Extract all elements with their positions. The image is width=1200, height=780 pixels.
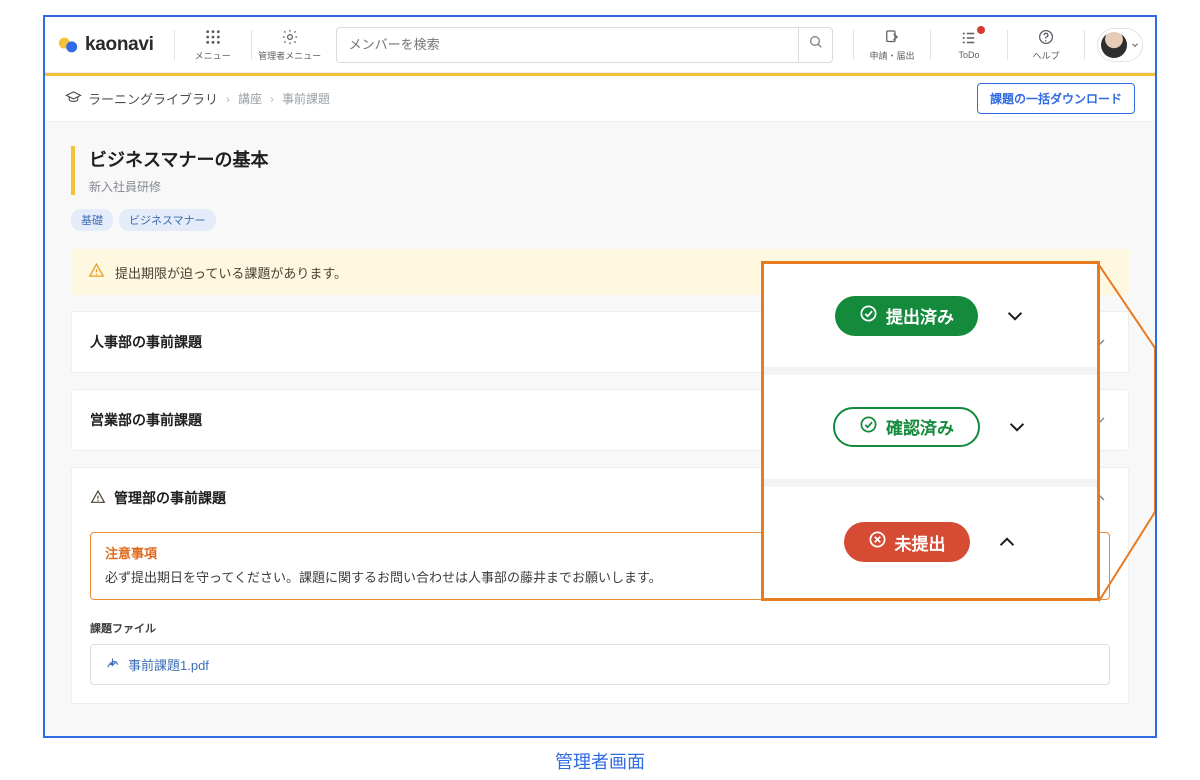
chevron-down-icon: [1004, 305, 1026, 327]
menu-button[interactable]: メニュー: [181, 23, 245, 67]
breadcrumb-bar: ラーニングライブラリ › 講座 › 事前課題 課題の一括ダウンロード: [45, 76, 1155, 122]
chevron-right-icon: ›: [270, 92, 274, 106]
divider: [251, 30, 252, 60]
search-wrap: [336, 27, 833, 63]
task-title: 管理部の事前課題: [114, 488, 226, 508]
apply-label: 申請・届出: [869, 49, 914, 62]
warning-icon: [88, 262, 105, 282]
help-icon: [1037, 28, 1055, 46]
chevron-down-icon: [1006, 416, 1028, 438]
circle-x-icon: [868, 530, 887, 554]
file-section: 課題ファイル 事前課題1.pdf: [72, 614, 1128, 703]
bulk-download-button[interactable]: 課題の一括ダウンロード: [977, 83, 1135, 114]
pill-label: 提出済み: [886, 303, 954, 328]
title-block: ビジネスマナーの基本 新入社員研修: [71, 146, 1129, 195]
alert-text: 提出期限が迫っている課題があります。: [115, 263, 347, 282]
page-title: ビジネスマナーの基本: [89, 146, 1129, 172]
status-callout: 提出済み 確認済み: [761, 261, 1100, 601]
logo-text: kaonavi: [85, 34, 154, 56]
circle-check-icon: [859, 415, 878, 439]
tag: 基礎: [71, 209, 113, 231]
search-icon: [808, 34, 824, 55]
avatar-icon: [1101, 32, 1127, 58]
admin-menu-button[interactable]: 管理者メニュー: [258, 23, 322, 67]
pill-label: 未提出: [895, 530, 946, 555]
callout-connector: [1099, 265, 1157, 605]
tag: ビジネスマナー: [119, 209, 216, 231]
help-button[interactable]: ヘルプ: [1014, 23, 1078, 67]
task-title: 営業部の事前課題: [90, 410, 202, 430]
notification-dot-icon: [977, 26, 985, 34]
divider: [930, 30, 931, 60]
breadcrumb-root-label: ラーニングライブラリ: [88, 89, 218, 108]
search-box: [336, 27, 833, 63]
breadcrumb-level2[interactable]: 講座: [238, 90, 262, 107]
chevron-right-icon: ›: [226, 92, 230, 106]
task-title: 人事部の事前課題: [90, 332, 202, 352]
topbar: kaonavi メニュー 管理者メニュー: [45, 17, 1155, 73]
divider: [1007, 30, 1008, 60]
callout-row-submitted: 提出済み: [764, 264, 1097, 375]
help-label: ヘルプ: [1032, 49, 1059, 62]
callout-row-unsubmitted: 未提出: [764, 487, 1097, 598]
menu-label: メニュー: [195, 49, 231, 62]
divider: [174, 30, 175, 60]
figure-caption: 管理者画面: [0, 748, 1200, 774]
tag-list: 基礎 ビジネスマナー: [71, 209, 1129, 231]
status-pill-unsubmitted: 未提出: [844, 522, 970, 562]
status-pill-submitted: 提出済み: [835, 296, 978, 336]
callout-row-confirmed: 確認済み: [764, 375, 1097, 486]
header-right: 申請・届出 ToDo ヘルプ: [847, 23, 1143, 67]
file-download-link[interactable]: 事前課題1.pdf: [90, 644, 1110, 685]
grid-icon: [204, 28, 222, 46]
user-avatar-menu[interactable]: [1097, 28, 1143, 62]
admin-menu-label: 管理者メニュー: [258, 49, 321, 62]
divider: [853, 30, 854, 60]
app-window: kaonavi メニュー 管理者メニュー: [43, 15, 1157, 738]
search-input[interactable]: [337, 37, 798, 52]
apply-button[interactable]: 申請・届出: [860, 23, 924, 67]
chevron-down-icon: [1130, 40, 1140, 50]
search-button[interactable]: [798, 28, 832, 62]
file-name: 事前課題1.pdf: [128, 655, 209, 674]
graduate-cap-icon: [65, 89, 82, 109]
breadcrumb-root[interactable]: ラーニングライブラリ: [65, 89, 218, 109]
divider: [1084, 30, 1085, 60]
logo-icon: [57, 34, 79, 56]
document-arrow-icon: [883, 28, 901, 46]
status-pill-confirmed: 確認済み: [833, 407, 980, 447]
list-icon: [960, 29, 978, 47]
logo[interactable]: kaonavi: [57, 34, 154, 56]
pill-label: 確認済み: [886, 414, 954, 439]
warning-icon: [90, 489, 106, 508]
todo-button[interactable]: ToDo: [937, 23, 1001, 67]
page-subtitle: 新入社員研修: [89, 178, 1129, 195]
gear-icon: [281, 28, 299, 46]
chevron-up-icon: [996, 531, 1018, 553]
breadcrumb-level3: 事前課題: [282, 90, 330, 107]
circle-check-icon: [859, 304, 878, 328]
download-icon: [105, 656, 120, 674]
todo-label: ToDo: [958, 50, 979, 60]
file-section-label: 課題ファイル: [90, 620, 1110, 636]
